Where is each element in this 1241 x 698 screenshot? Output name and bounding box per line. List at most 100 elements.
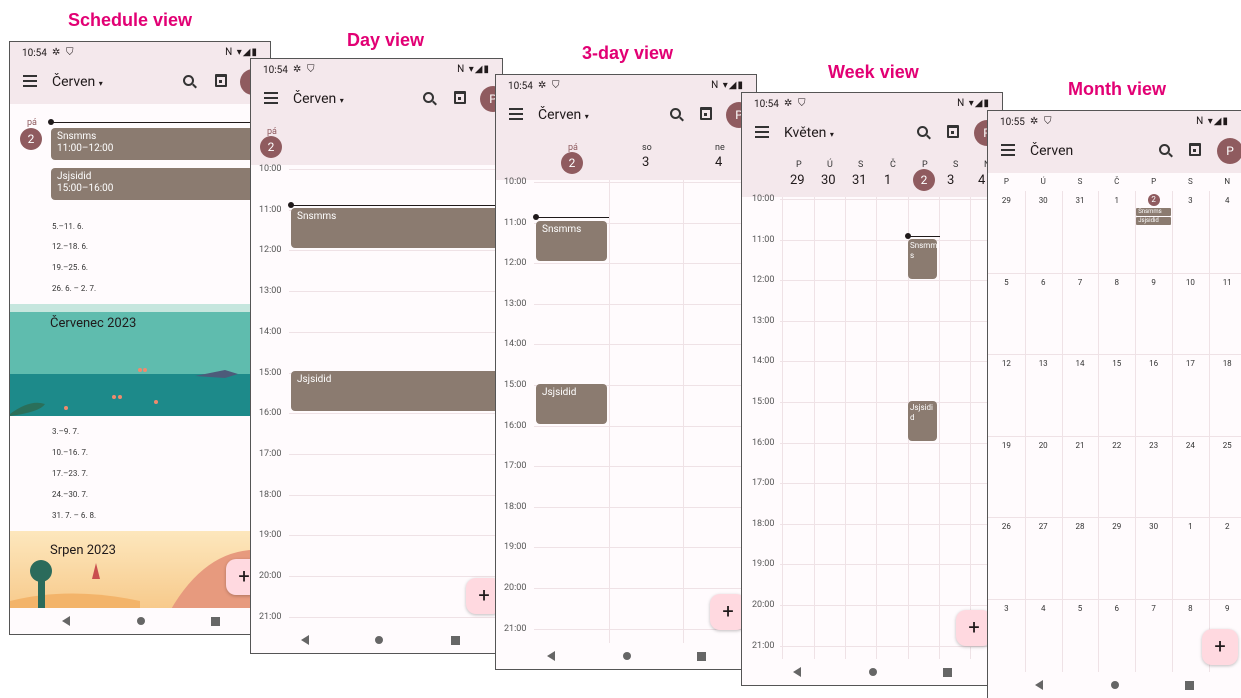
day-number[interactable]: 24 xyxy=(1172,441,1209,450)
event-card[interactable]: Snsmms xyxy=(291,208,502,248)
event-card[interactable]: Jsjsidid xyxy=(291,371,502,411)
today-badge[interactable]: 2 xyxy=(1147,194,1160,206)
search-icon[interactable] xyxy=(670,108,681,119)
search-icon[interactable] xyxy=(1159,144,1170,155)
day-number[interactable]: 23 xyxy=(1135,441,1172,450)
back-icon[interactable] xyxy=(301,635,309,645)
week-range[interactable]: 31. 7. – 6. 8. xyxy=(52,511,96,520)
day-number[interactable]: 11 xyxy=(1209,278,1241,287)
today-badge[interactable]: 2 xyxy=(913,169,935,191)
day-number[interactable]: 30 xyxy=(1025,196,1062,205)
week-range[interactable]: 12.–18. 6. xyxy=(52,242,88,251)
month-selector[interactable]: Červen xyxy=(1030,143,1073,159)
day-number[interactable]: 4 xyxy=(1025,604,1062,613)
day-number[interactable]: 7 xyxy=(1135,604,1172,613)
today-badge[interactable]: 2 xyxy=(561,152,583,174)
day-number[interactable]: 15 xyxy=(1098,359,1135,368)
back-icon[interactable] xyxy=(793,667,801,677)
day-number[interactable]: 7 xyxy=(1062,278,1099,287)
avatar[interactable]: P xyxy=(1217,138,1241,164)
home-icon[interactable] xyxy=(623,652,631,660)
day-number[interactable]: 31 xyxy=(1062,196,1099,205)
day-number[interactable]: 3 xyxy=(1172,196,1209,205)
menu-icon[interactable] xyxy=(23,75,37,87)
recents-icon[interactable] xyxy=(211,617,220,626)
day-number[interactable]: 13 xyxy=(1025,359,1062,368)
day-number[interactable]: 27 xyxy=(1025,522,1062,531)
day-number[interactable]: 21 xyxy=(1062,441,1099,450)
day-number[interactable]: 12 xyxy=(988,359,1025,368)
day-number[interactable]: 22 xyxy=(1098,441,1135,450)
day-number[interactable]: 6 xyxy=(1025,278,1062,287)
week-range[interactable]: 26. 6. – 2. 7. xyxy=(52,284,96,293)
day-number[interactable]: 31 xyxy=(852,173,867,188)
day-number[interactable]: 29 xyxy=(1098,522,1135,531)
menu-icon[interactable] xyxy=(264,92,278,104)
today-calendar-icon[interactable] xyxy=(454,91,466,104)
home-icon[interactable] xyxy=(869,668,877,676)
day-number[interactable]: 3 xyxy=(988,604,1025,613)
recents-icon[interactable] xyxy=(943,668,952,677)
day-number[interactable]: 28 xyxy=(1062,522,1099,531)
day-number[interactable]: 5 xyxy=(1062,604,1099,613)
event-card[interactable]: Snsmms xyxy=(536,221,607,261)
back-icon[interactable] xyxy=(1035,680,1043,690)
day-number[interactable]: 10 xyxy=(1172,278,1209,287)
back-icon[interactable] xyxy=(62,616,70,626)
month-selector[interactable]: Červen ▾ xyxy=(52,74,103,90)
home-icon[interactable] xyxy=(1111,681,1119,689)
day-number[interactable]: 5 xyxy=(988,278,1025,287)
day-number[interactable]: 8 xyxy=(1172,604,1209,613)
recents-icon[interactable] xyxy=(1185,681,1194,690)
week-range[interactable]: 3.–9. 7. xyxy=(52,427,79,436)
day-number[interactable]: 20 xyxy=(1025,441,1062,450)
home-icon[interactable] xyxy=(375,636,383,644)
day-number[interactable]: 1 xyxy=(884,173,891,188)
day-number[interactable]: 19 xyxy=(988,441,1025,450)
today-calendar-icon[interactable] xyxy=(700,107,712,120)
search-icon[interactable] xyxy=(423,92,434,103)
day-number[interactable]: 3 xyxy=(947,173,954,188)
day-number[interactable]: 30 xyxy=(821,173,836,188)
event-chip[interactable]: Snsmms xyxy=(1136,208,1171,216)
add-event-button[interactable]: + xyxy=(1202,629,1238,665)
day-number[interactable]: 16 xyxy=(1135,359,1172,368)
day-number[interactable]: 6 xyxy=(1098,604,1135,613)
day-number[interactable]: 4 xyxy=(1209,196,1241,205)
day-number[interactable]: 3 xyxy=(642,155,649,170)
day-number[interactable]: 9 xyxy=(1209,604,1241,613)
day-number[interactable]: 26 xyxy=(988,522,1025,531)
event-card[interactable]: Snsmms 11:00–12:00 xyxy=(51,128,270,160)
day-number[interactable]: 4 xyxy=(978,173,985,188)
recents-icon[interactable] xyxy=(451,636,460,645)
today-calendar-icon[interactable] xyxy=(215,74,227,87)
today-calendar-icon[interactable] xyxy=(1189,143,1201,156)
day-number[interactable]: 29 xyxy=(790,173,805,188)
home-icon[interactable] xyxy=(137,617,145,625)
back-icon[interactable] xyxy=(547,651,555,661)
day-number[interactable]: 30 xyxy=(1135,522,1172,531)
today-badge[interactable]: 2 xyxy=(260,136,282,158)
search-icon[interactable] xyxy=(917,126,928,137)
menu-icon[interactable] xyxy=(755,126,769,138)
day-number[interactable]: 9 xyxy=(1135,278,1172,287)
day-number[interactable]: 17 xyxy=(1172,359,1209,368)
week-range[interactable]: 5.–11. 6. xyxy=(52,222,84,231)
day-number[interactable]: 14 xyxy=(1062,359,1099,368)
day-number[interactable]: 4 xyxy=(715,155,722,170)
day-number[interactable]: 18 xyxy=(1209,359,1241,368)
event-card[interactable]: Jsjsidi d xyxy=(908,401,937,441)
week-range[interactable]: 17.–23. 7. xyxy=(52,469,88,478)
day-number[interactable]: 29 xyxy=(988,196,1025,205)
recents-icon[interactable] xyxy=(697,652,706,661)
event-card[interactable]: Jsjsidid 15:00–16:00 xyxy=(51,168,270,200)
day-number[interactable]: 25 xyxy=(1209,441,1241,450)
day-number[interactable]: 1 xyxy=(1172,522,1209,531)
search-icon[interactable] xyxy=(183,75,194,86)
menu-icon[interactable] xyxy=(1001,144,1015,156)
event-chip[interactable]: Jsjsidid xyxy=(1136,217,1171,225)
menu-icon[interactable] xyxy=(509,108,523,120)
week-range[interactable]: 24.–30. 7. xyxy=(52,490,88,499)
week-range[interactable]: 10.–16. 7. xyxy=(52,448,88,457)
event-card[interactable]: Snsmm s xyxy=(908,239,937,279)
